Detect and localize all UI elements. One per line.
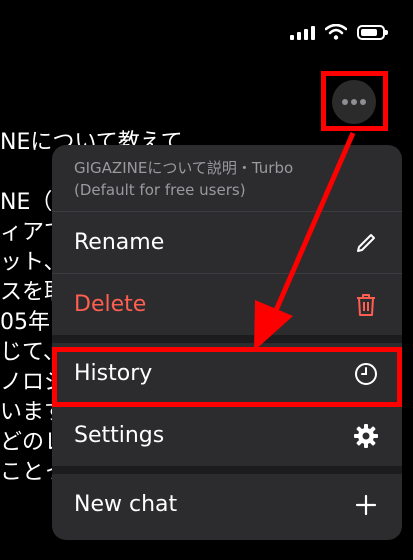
context-menu: GIGAZINEについて説明・Turbo (Default for free u… (52, 145, 402, 540)
trash-icon (354, 293, 378, 317)
menu-item-rename[interactable]: Rename (52, 212, 402, 273)
section-gap (52, 335, 402, 343)
menu-item-label: Delete (74, 292, 147, 317)
wifi-icon (325, 24, 347, 40)
plus-icon (354, 493, 378, 517)
menu-item-label: Rename (74, 230, 165, 255)
menu-item-label: Settings (74, 423, 165, 448)
menu-item-new-chat[interactable]: New chat (52, 474, 402, 535)
menu-header-title: GIGAZINEについて説明・Turbo (74, 159, 294, 177)
menu-header-subtitle: (Default for free users) (74, 181, 246, 199)
menu-item-label: New chat (74, 492, 178, 517)
menu-header: GIGAZINEについて説明・Turbo (Default for free u… (52, 145, 402, 211)
pencil-icon (354, 231, 378, 255)
highlight-box-more-button (321, 71, 388, 131)
signal-icon (290, 24, 315, 40)
highlight-box-history (52, 347, 402, 407)
battery-icon (357, 24, 388, 40)
section-gap (52, 466, 402, 474)
gear-icon (354, 423, 378, 448)
status-bar (290, 24, 388, 40)
menu-item-settings[interactable]: Settings (52, 405, 402, 466)
menu-item-delete[interactable]: Delete (52, 274, 402, 335)
